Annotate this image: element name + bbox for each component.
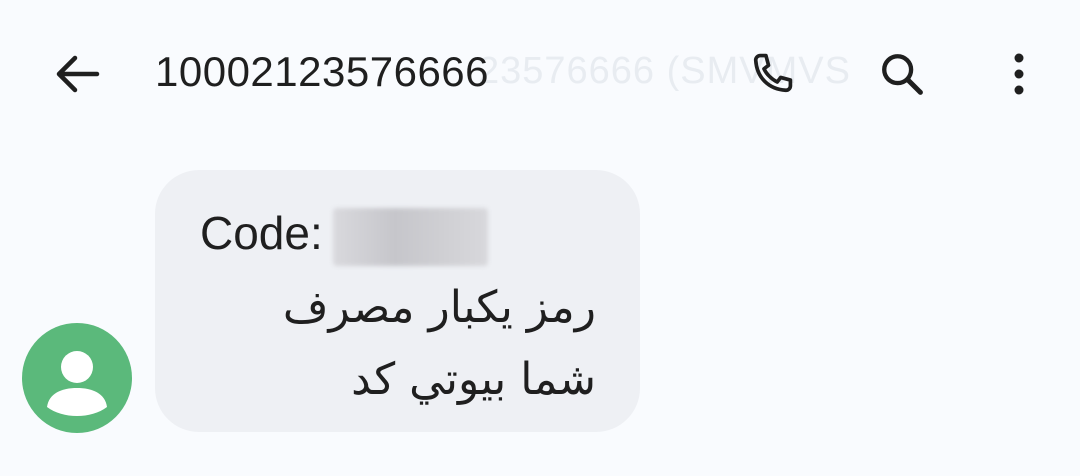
contact-title: 10002123576666 bbox=[155, 48, 490, 95]
arrow-left-icon bbox=[56, 55, 100, 93]
person-icon bbox=[47, 351, 107, 416]
more-options-button[interactable] bbox=[996, 46, 1042, 102]
code-label: Code: bbox=[200, 207, 323, 259]
app-bar: 23576666 (SMVMVS 10002123576666 bbox=[0, 0, 1080, 145]
redacted-code bbox=[332, 207, 488, 266]
phone-icon bbox=[753, 53, 793, 93]
sender-avatar[interactable] bbox=[22, 323, 132, 433]
search-icon bbox=[882, 54, 923, 95]
search-button[interactable] bbox=[872, 46, 932, 102]
header-title-shadow: 23576666 (SMVMVS bbox=[478, 50, 851, 92]
message-body: رمز يكبار مصرف شما بيوتي كد bbox=[282, 282, 596, 405]
more-vertical-icon bbox=[1014, 53, 1024, 95]
back-button[interactable] bbox=[48, 48, 106, 100]
call-button[interactable] bbox=[742, 46, 802, 102]
message-bubble[interactable]: Code: رمز يكبار مصرف شما بيوتي كد bbox=[155, 170, 640, 432]
code-line: Code: bbox=[200, 206, 488, 266]
